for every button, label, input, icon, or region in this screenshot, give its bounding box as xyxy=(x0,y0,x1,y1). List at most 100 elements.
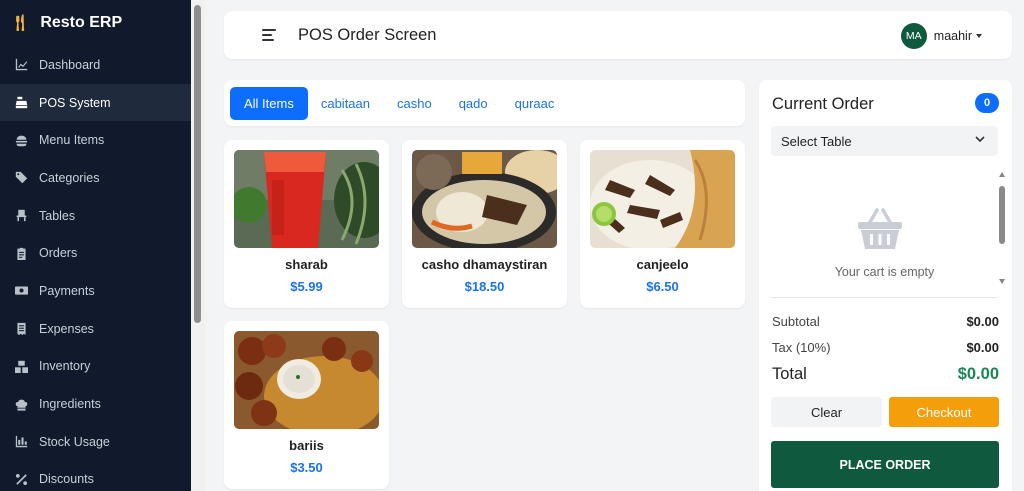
menu-item-image xyxy=(412,150,557,248)
tab-casho[interactable]: casho xyxy=(383,87,446,120)
tab-qado[interactable]: qado xyxy=(445,87,502,120)
table-select-value: Select Table xyxy=(781,133,852,149)
checkout-button[interactable]: Checkout xyxy=(889,397,999,427)
bar xyxy=(262,29,276,31)
menu-item-card[interactable]: sharab $5.99 xyxy=(224,140,389,308)
sidebar-item-label: Menu Items xyxy=(39,133,105,148)
brand-name: Resto ERP xyxy=(40,14,123,31)
cart-empty-text: Your cart is empty xyxy=(834,265,935,279)
chart-line-icon xyxy=(14,58,28,72)
menu-item-price: $3.50 xyxy=(290,460,323,475)
page-scrollbar-thumb[interactable] xyxy=(194,5,201,323)
subtotal-value: $0.00 xyxy=(966,314,999,329)
menu-item-price: $18.50 xyxy=(464,279,505,294)
sidebar-item-menu-items[interactable]: Menu Items xyxy=(0,121,191,159)
sidebar-item-orders[interactable]: Orders xyxy=(0,234,191,272)
sidebar: 🍴︎ Resto ERP Dashboard POS System Menu I… xyxy=(0,0,191,491)
menu-item-price: $5.99 xyxy=(290,279,323,294)
menu-item-image xyxy=(234,331,379,429)
chevron-down-icon xyxy=(975,136,985,143)
tax-label: Tax (10%) xyxy=(772,340,831,355)
sidebar-item-label: Inventory xyxy=(39,359,91,374)
chart-bar-icon xyxy=(14,435,28,449)
clipboard-icon xyxy=(14,246,28,260)
scroll-up-arrow-icon[interactable] xyxy=(999,172,1005,177)
menu-item-name: casho dhamaystiran xyxy=(421,257,548,272)
page-scrollbar[interactable] xyxy=(191,0,205,491)
receipt-icon xyxy=(14,322,28,336)
clear-button[interactable]: Clear xyxy=(771,397,882,427)
user-menu[interactable]: MA maahir xyxy=(900,23,982,49)
menu-item-price: $6.50 xyxy=(646,279,679,294)
chef-hat-icon xyxy=(14,397,28,411)
total-row: Total $0.00 xyxy=(772,365,999,384)
cash-register-icon xyxy=(14,96,28,110)
tab-all-items[interactable]: All Items xyxy=(230,86,308,120)
cart-scrollbar[interactable] xyxy=(998,170,1006,286)
burger-icon xyxy=(14,133,28,147)
percent-icon xyxy=(14,472,28,486)
menu-item-card[interactable]: bariis $3.50 xyxy=(224,321,389,489)
sidebar-item-tables[interactable]: Tables xyxy=(0,197,191,235)
scroll-down-arrow-icon[interactable] xyxy=(999,279,1005,284)
sidebar-nav: Dashboard POS System Menu Items Categori… xyxy=(0,46,191,491)
order-title: Current Order xyxy=(772,95,874,113)
menu-item-name: sharab xyxy=(285,257,328,272)
menu-item-name: bariis xyxy=(289,438,324,453)
sidebar-item-label: Discounts xyxy=(39,472,94,487)
menu-toggle-button[interactable] xyxy=(262,29,276,41)
utensils-icon: 🍴︎ xyxy=(10,15,31,32)
divider xyxy=(771,297,998,298)
caret-down-icon xyxy=(976,34,982,38)
top-header: POS Order Screen MA maahir xyxy=(224,11,1012,59)
sidebar-item-label: Dashboard xyxy=(39,57,101,72)
menu-item-image xyxy=(590,150,735,248)
total-label: Total xyxy=(772,365,807,383)
money-bill-icon xyxy=(14,284,28,298)
subtotal-row: Subtotal $0.00 xyxy=(772,314,999,329)
place-order-button[interactable]: PLACE ORDER xyxy=(771,441,999,488)
category-tabs: All Items cabitaan casho qado quraac xyxy=(224,80,745,126)
sidebar-item-ingredients[interactable]: Ingredients xyxy=(0,385,191,423)
cart-scrollbar-thumb[interactable] xyxy=(999,186,1005,244)
sidebar-item-label: POS System xyxy=(39,95,111,110)
sidebar-item-label: Expenses xyxy=(39,321,94,336)
sidebar-item-expenses[interactable]: Expenses xyxy=(0,310,191,348)
tax-value: $0.00 xyxy=(966,340,999,355)
sidebar-item-stock-usage[interactable]: Stock Usage xyxy=(0,423,191,461)
sidebar-item-label: Payments xyxy=(39,283,95,298)
sidebar-item-inventory[interactable]: Inventory xyxy=(0,348,191,386)
sidebar-item-label: Ingredients xyxy=(39,397,101,412)
subtotal-label: Subtotal xyxy=(772,314,820,329)
user-name: maahir xyxy=(933,29,972,43)
tax-row: Tax (10%) $0.00 xyxy=(772,340,999,355)
brand[interactable]: 🍴︎ Resto ERP xyxy=(0,0,191,46)
sidebar-item-payments[interactable]: Payments xyxy=(0,272,191,310)
sidebar-item-categories[interactable]: Categories xyxy=(0,159,191,197)
page-title: POS Order Screen xyxy=(298,25,437,44)
table-select[interactable]: Select Table xyxy=(771,126,998,156)
bar xyxy=(262,34,272,36)
bar xyxy=(262,39,274,41)
sidebar-item-label: Categories xyxy=(39,170,100,185)
shopping-basket-icon xyxy=(858,208,902,249)
menu-item-card[interactable]: casho dhamaystiran $18.50 xyxy=(402,140,567,308)
order-count-badge: 0 xyxy=(975,93,999,113)
avatar: MA xyxy=(900,23,927,49)
sidebar-item-pos-system[interactable]: POS System xyxy=(0,83,191,122)
tags-icon xyxy=(14,171,28,185)
menu-item-name: canjeelo xyxy=(636,257,689,272)
total-value: $0.00 xyxy=(957,365,999,383)
menu-item-card[interactable]: canjeelo $6.50 xyxy=(580,140,745,308)
menu-item-image xyxy=(234,150,379,248)
cart-items-area: Your cart is empty xyxy=(771,170,1005,286)
tab-cabitaan[interactable]: cabitaan xyxy=(307,87,384,120)
sidebar-item-label: Orders xyxy=(39,246,78,261)
chair-icon xyxy=(14,209,28,223)
sidebar-item-label: Tables xyxy=(39,208,76,223)
tab-quraac[interactable]: quraac xyxy=(501,87,569,120)
current-order-panel: Current Order 0 Select Table Your cart i… xyxy=(759,80,1012,491)
sidebar-item-discounts[interactable]: Discounts xyxy=(0,461,191,491)
sidebar-item-dashboard[interactable]: Dashboard xyxy=(0,46,191,84)
boxes-icon xyxy=(14,359,28,373)
